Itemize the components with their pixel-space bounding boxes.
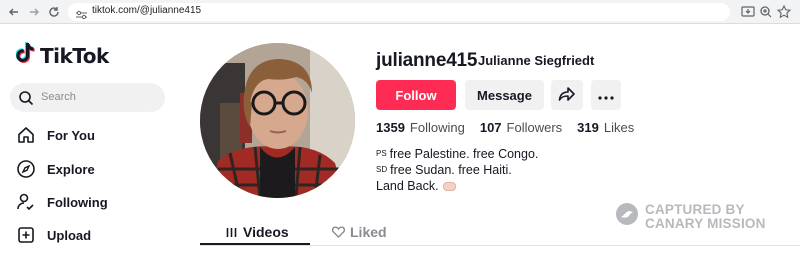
sidebar-item-explore[interactable]: Explore [16,158,95,180]
message-button[interactable]: Message [465,80,544,110]
upload-icon [16,225,36,245]
sidebar-item-following[interactable]: Following [16,191,108,213]
tiktok-logo[interactable]: TikTok [15,42,109,69]
tiktok-logo-text: TikTok [40,43,109,68]
search-input[interactable]: Search [10,83,165,112]
profile-username: julianne415 [376,50,478,71]
profile-stats: 1359 Following 107 Followers 319 Likes [376,120,634,135]
following-count[interactable]: 1359 [376,120,405,135]
forward-icon[interactable] [26,4,42,20]
site-info-icon[interactable] [76,7,87,25]
watermark: CAPTURED BY CANARY MISSION [615,202,766,231]
followers-count[interactable]: 107 [480,120,502,135]
ellipsis-icon [598,88,614,103]
avatar[interactable] [200,43,355,198]
share-button[interactable] [551,80,583,110]
address-bar[interactable]: tiktok.com/@julianne415 [68,3,730,21]
back-icon[interactable] [6,4,22,20]
sidebar-item-label: Upload [47,227,92,243]
bookmark-star-icon[interactable] [776,4,792,20]
canary-logo-icon [615,202,639,231]
follow-button[interactable]: Follow [376,80,456,110]
sidebar-item-label: Following [47,194,108,210]
following-icon [16,192,36,212]
flag-sd: SD [376,165,388,174]
install-icon[interactable] [740,4,756,20]
profile-bio: PS free Palestine. free Congo. SD free S… [376,146,538,194]
tab-label: Videos [243,224,289,240]
sidebar-item-label: Explore [47,161,95,177]
tab-videos[interactable]: Videos [226,222,289,242]
profile-nickname: Julianne Siegfriedt [478,53,595,68]
likes-count: 319 [577,120,599,135]
search-placeholder: Search [41,91,76,103]
browser-toolbar: tiktok.com/@julianne415 [0,0,800,24]
flag-ps: PS [376,149,387,158]
sidebar-item-for-you[interactable]: For You [16,124,95,146]
compass-icon [16,159,36,179]
tiktok-logo-icon [15,42,36,69]
home-icon [16,125,36,145]
bio-line: Land Back. [376,178,538,194]
liked-heart-icon [332,226,345,238]
watermark-line-1: CAPTURED BY [645,201,745,217]
watermark-line-2: CANARY MISSION [645,215,766,231]
likes-label: Likes [603,120,635,135]
hands-emoji-icon [442,181,456,191]
share-icon [558,86,576,105]
reload-icon[interactable] [46,4,62,20]
sidebar-item-label: For You [47,127,95,143]
tab-liked[interactable]: Liked [332,222,387,242]
bio-text: free Palestine. free Congo. [389,147,539,161]
bio-text: Land Back. [376,179,439,193]
zoom-icon[interactable] [758,4,774,20]
following-label: Following [409,120,465,135]
bio-line: PS free Palestine. free Congo. [376,146,538,162]
more-options-button[interactable] [591,80,621,110]
followers-label: Followers [506,120,563,135]
bio-line: SD free Sudan. free Haiti. [376,162,538,178]
videos-grid-icon [226,227,237,238]
search-icon [18,90,34,111]
bio-text: free Sudan. free Haiti. [390,163,512,177]
url-text: tiktok.com/@julianne415 [92,5,202,16]
tab-label: Liked [350,224,387,240]
tabs-divider [200,245,800,246]
sidebar-item-upload[interactable]: Upload [16,224,91,246]
